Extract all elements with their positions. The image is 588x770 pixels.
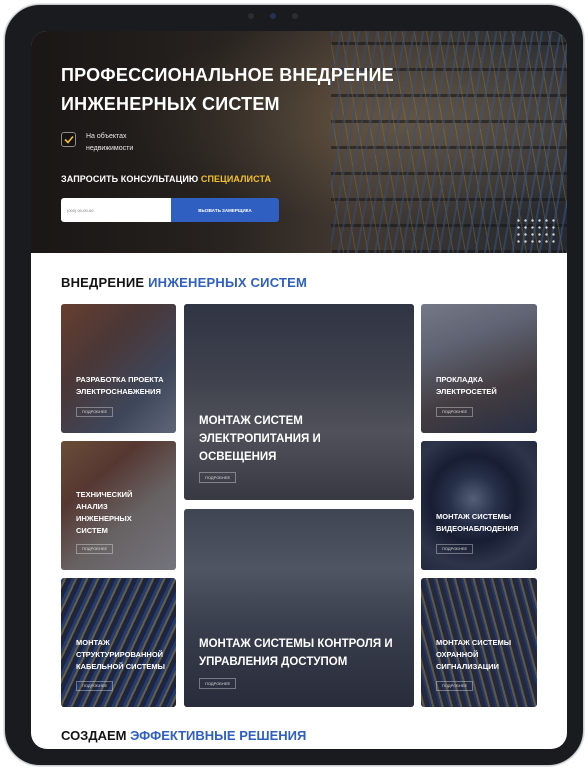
service-card-structured-cabling[interactable]: МОНТАЖ СТРУКТУРИРОВАННОЙ КАБЕЛЬНОЙ СИСТЕ… [61, 578, 176, 707]
checkmark-icon [61, 132, 76, 147]
more-button[interactable]: ПОДРОБНЕЕ [76, 407, 114, 417]
feature-text-line2: недвижимости [86, 145, 134, 152]
service-card-cctv[interactable]: МОНТАЖ СИСТЕМЫ ВИДЕОНАБЛЮДЕНИЯ ПОДРОБНЕЕ [421, 441, 537, 570]
phone-input[interactable] [61, 198, 171, 222]
card-title-line: СИСТЕМ [76, 526, 108, 535]
service-card-cabling[interactable]: ПРОКЛАДКА ЭЛЕКТРОСЕТЕЙ ПОДРОБНЕЕ [421, 304, 537, 433]
page-screen: ПРОФЕССИОНАЛЬНОЕ ВНЕДРЕНИЕ ИНЖЕНЕРНЫХ СИ… [31, 31, 567, 749]
card-title-line: ИНЖЕНЕРНЫХ [76, 514, 132, 523]
solutions-section-title: СОЗДАЕМ ЭФФЕКТИВНЫЕ РЕШЕНИЯ [61, 728, 306, 743]
sensor-dot [248, 13, 254, 19]
section-title-accent: ЭФФЕКТИВНЫЕ РЕШЕНИЯ [130, 728, 307, 743]
feature-text-line1: На объектах [86, 133, 127, 140]
card-title-line: ПРОКЛАДКА [436, 375, 483, 384]
sensor-dot [292, 13, 298, 19]
card-title-line: МОНТАЖ СИСТЕМЫ КОНТРОЛЯ И [199, 638, 393, 650]
section-title-accent: ИНЖЕНЕРНЫХ СИСТЕМ [148, 275, 307, 290]
cta-accent-text: СПЕЦИАЛИСТА [200, 174, 272, 184]
camera-icon [270, 13, 276, 19]
services-section-title: ВНЕДРЕНИЕ ИНЖЕНЕРНЫХ СИСТЕМ [61, 275, 307, 290]
service-card-access-control[interactable]: МОНТАЖ СИСТЕМЫ КОНТРОЛЯ И УПРАВЛЕНИЯ ДОС… [184, 509, 414, 707]
call-measurer-button[interactable]: ВЫЗВАТЬ ЗАМЕРЩИКА [171, 198, 279, 222]
card-title-line: МОНТАЖ СИСТЕМЫ [436, 638, 512, 647]
more-button[interactable]: ПОДРОБНЕЕ [76, 544, 114, 554]
card-title-line: МОНТАЖ [76, 638, 110, 647]
more-button[interactable]: ПОДРОБНЕЕ [436, 681, 474, 691]
card-title: ПРОКЛАДКА ЭЛЕКТРОСЕТЕЙ [436, 374, 497, 398]
card-title: МОНТАЖ СТРУКТУРИРОВАННОЙ КАБЕЛЬНОЙ СИСТЕ… [76, 637, 165, 673]
service-card-power-design[interactable]: РАЗРАБОТКА ПРОЕКТА ЭЛЕКТРОСНАБЖЕНИЯ ПОДР… [61, 304, 176, 433]
hero-banner: ПРОФЕССИОНАЛЬНОЕ ВНЕДРЕНИЕ ИНЖЕНЕРНЫХ СИ… [31, 31, 567, 253]
card-title-line: ТЕХНИЧЕСКИЙ [76, 490, 133, 499]
section-title-text: ВНЕДРЕНИЕ [61, 275, 149, 290]
hero-title-line1: ПРОФЕССИОНАЛЬНОЕ ВНЕДРЕНИЕ [61, 65, 394, 85]
dot-pattern-decoration [515, 217, 559, 247]
card-title-line: РАЗРАБОТКА ПРОЕКТА [76, 375, 164, 384]
card-title: РАЗРАБОТКА ПРОЕКТА ЭЛЕКТРОСНАБЖЕНИЯ [76, 374, 164, 398]
card-title-line: СТРУКТУРИРОВАННОЙ [76, 650, 164, 659]
card-title-line: МОНТАЖ СИСТЕМ [199, 415, 303, 427]
hero-title-line2: ИНЖЕНЕРНЫХ СИСТЕМ [61, 94, 280, 114]
card-title-line: СИГНАЛИЗАЦИИ [436, 662, 500, 671]
card-title-line: ВИДЕОНАБЛЮДЕНИЯ [436, 524, 519, 533]
service-card-power-lighting[interactable]: МОНТАЖ СИСТЕМ ЭЛЕКТРОПИТАНИЯ И ОСВЕЩЕНИЯ… [184, 304, 414, 500]
card-title-line: КАБЕЛЬНОЙ СИСТЕМЫ [76, 662, 165, 671]
card-title-line: ЭЛЕКТРОСЕТЕЙ [436, 387, 497, 396]
card-title-line: ЭЛЕКТРОПИТАНИЯ И [199, 433, 321, 445]
more-button[interactable]: ПОДРОБНЕЕ [436, 544, 474, 554]
card-title-line: МОНТАЖ СИСТЕМЫ [436, 512, 512, 521]
card-title: МОНТАЖ СИСТЕМЫ ОХРАННОЙ СИГНАЛИЗАЦИИ [436, 637, 511, 673]
feature-text: На объектах недвижимости [86, 131, 166, 155]
card-title: ТЕХНИЧЕСКИЙ АНАЛИЗ ИНЖЕНЕРНЫХ СИСТЕМ [76, 489, 132, 537]
consultation-heading: ЗАПРОСИТЬ КОНСУЛЬТАЦИЮ СПЕЦИАЛИСТА [61, 174, 271, 184]
more-button[interactable]: ПОДРОБНЕЕ [199, 678, 237, 689]
card-title: МОНТАЖ СИСТЕМЫ КОНТРОЛЯ И УПРАВЛЕНИЯ ДОС… [199, 635, 393, 671]
card-title-line: ЭЛЕКТРОСНАБЖЕНИЯ [76, 387, 161, 396]
more-button[interactable]: ПОДРОБНЕЕ [76, 681, 114, 691]
card-title-line: АНАЛИЗ [76, 502, 108, 511]
card-title-line: ОХРАННОЙ [436, 650, 479, 659]
more-button[interactable]: ПОДРОБНЕЕ [436, 407, 474, 417]
card-title-line: УПРАВЛЕНИЯ ДОСТУПОМ [199, 656, 348, 668]
tablet-frame: ПРОФЕССИОНАЛЬНОЕ ВНЕДРЕНИЕ ИНЖЕНЕРНЫХ СИ… [4, 4, 584, 766]
more-button[interactable]: ПОДРОБНЕЕ [199, 472, 237, 483]
card-title: МОНТАЖ СИСТЕМ ЭЛЕКТРОПИТАНИЯ И ОСВЕЩЕНИЯ [199, 412, 321, 466]
cta-text: ЗАПРОСИТЬ КОНСУЛЬТАЦИЮ [61, 174, 201, 184]
hero-title: ПРОФЕССИОНАЛЬНОЕ ВНЕДРЕНИЕ ИНЖЕНЕРНЫХ СИ… [61, 61, 421, 119]
service-card-alarm[interactable]: МОНТАЖ СИСТЕМЫ ОХРАННОЙ СИГНАЛИЗАЦИИ ПОД… [421, 578, 537, 707]
section-title-text: СОЗДАЕМ [61, 728, 131, 743]
card-title: МОНТАЖ СИСТЕМЫ ВИДЕОНАБЛЮДЕНИЯ [436, 511, 518, 535]
card-title-line: ОСВЕЩЕНИЯ [199, 451, 277, 463]
service-card-tech-analysis[interactable]: ТЕХНИЧЕСКИЙ АНАЛИЗ ИНЖЕНЕРНЫХ СИСТЕМ ПОД… [61, 441, 176, 570]
